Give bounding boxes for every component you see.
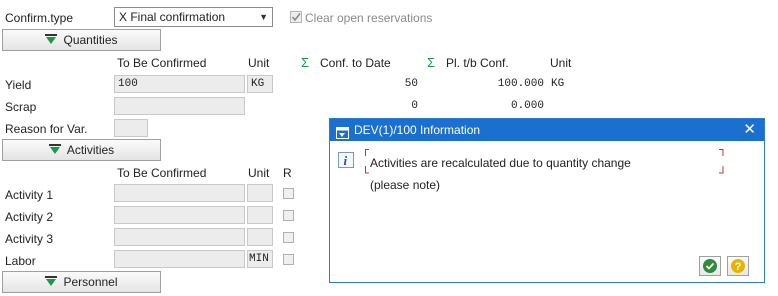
quantities-button-label: Quantities (63, 33, 118, 47)
activities-button-label: Activities (66, 143, 115, 157)
help-button[interactable]: ? (727, 256, 749, 276)
personnel-button-label: Personnel (63, 275, 118, 289)
dialog-note: (please note) (370, 178, 441, 192)
labor-r-checkbox[interactable] (283, 254, 294, 265)
yield-unit-input[interactable]: KG (247, 75, 273, 93)
yield-input[interactable]: 100 (114, 75, 245, 93)
collapse-icon (48, 141, 61, 154)
quantities-button[interactable]: Quantities (2, 29, 161, 51)
yield-unit2: KG (551, 78, 565, 90)
act-col-to-be-confirmed: To Be Confirmed (117, 166, 207, 180)
confirm-button[interactable] (699, 256, 721, 276)
scrap-pl-tb-conf: 0.000 (510, 100, 544, 112)
scrap-input[interactable] (114, 97, 245, 115)
bracket-top-right (719, 149, 724, 156)
clear-reservations-checkbox[interactable] (290, 11, 302, 23)
confirm-icon (703, 259, 717, 273)
scrap-conf-to-date: 0 (411, 100, 418, 112)
activity-2-input[interactable] (114, 206, 245, 224)
checkmark-icon (291, 13, 301, 22)
dialog-title: DEV(1)/100 Information (354, 123, 481, 137)
activity-3-unit[interactable] (247, 228, 273, 246)
labor-unit[interactable]: MIN (247, 250, 273, 268)
chevron-down-icon[interactable]: ▼ (259, 8, 268, 26)
reason-for-var-label: Reason for Var. (5, 122, 88, 136)
reason-for-var-input[interactable] (114, 119, 148, 137)
activity-1-label: Activity 1 (5, 188, 54, 202)
act-col-unit: Unit (248, 166, 270, 180)
dialog-message: Activities are recalculated due to quant… (370, 156, 631, 170)
collapse-icon (45, 31, 58, 44)
activity-1-r-checkbox[interactable] (283, 188, 294, 199)
activity-3-label: Activity 3 (5, 232, 54, 246)
activity-1-unit[interactable] (247, 184, 273, 202)
scrap-label: Scrap (5, 100, 37, 114)
svg-text:?: ? (735, 261, 742, 273)
yield-label: Yield (5, 78, 32, 92)
bracket-bottom-right (719, 166, 724, 174)
dialog-title-bar[interactable]: DEV(1)/100 Information ✕ (330, 119, 764, 141)
confirm-type-label: Confirm.type (5, 11, 74, 25)
col-unit2: Unit (550, 56, 572, 70)
col-to-be-confirmed: To Be Confirmed (117, 56, 207, 70)
col-pl-tb-conf: Pl. t/b Conf. (446, 56, 509, 70)
activity-1-input[interactable] (114, 184, 245, 202)
activity-3-r-checkbox[interactable] (283, 232, 294, 243)
confirm-type-value: X Final confirmation (119, 10, 226, 24)
activity-2-unit[interactable] (247, 206, 273, 224)
collapse-icon (45, 273, 58, 286)
help-icon: ? (731, 259, 745, 273)
dialog-window-icon (336, 124, 349, 146)
labor-input[interactable] (114, 250, 245, 268)
clear-reservations-label: Clear open reservations (305, 11, 433, 25)
sigma-icon: Σ (427, 55, 436, 70)
sigma-icon: Σ (301, 55, 310, 70)
yield-conf-to-date: 50 (404, 78, 418, 90)
yield-pl-tb-conf: 100.000 (497, 78, 544, 90)
activity-2-r-checkbox[interactable] (283, 210, 294, 221)
labor-label: Labor (5, 254, 36, 268)
act-col-r: R (283, 166, 292, 180)
close-icon[interactable]: ✕ (743, 119, 756, 141)
activity-3-input[interactable] (114, 228, 245, 246)
confirm-type-select[interactable]: X Final confirmation ▼ (114, 7, 273, 27)
information-dialog: DEV(1)/100 Information ✕ i Activities ar… (329, 118, 765, 283)
activities-button[interactable]: Activities (2, 139, 161, 161)
personnel-button[interactable]: Personnel (2, 271, 161, 293)
info-icon: i (338, 152, 354, 168)
activity-2-label: Activity 2 (5, 210, 54, 224)
col-conf-to-date: Conf. to Date (320, 56, 391, 70)
svg-text:i: i (344, 153, 348, 167)
col-unit: Unit (248, 56, 270, 70)
